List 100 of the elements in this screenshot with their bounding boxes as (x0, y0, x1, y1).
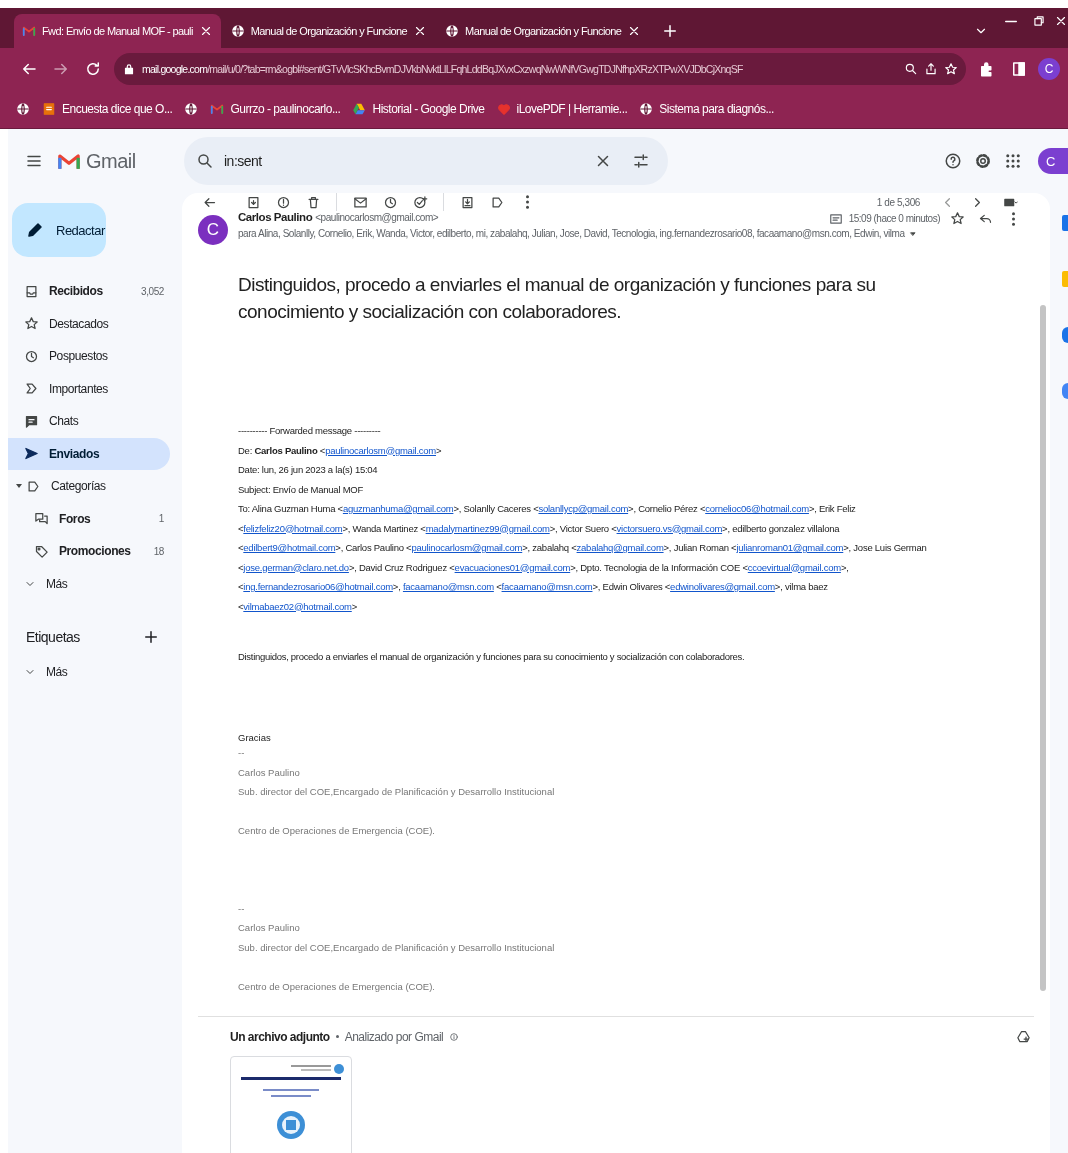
signature-name: Carlos Paulino (238, 765, 301, 780)
bookmark[interactable]: Encuesta dice que O... (42, 102, 173, 116)
email-link[interactable]: aguzmanhuma@gmail.com (342, 503, 454, 514)
date-line: Date: lun, 26 jun 2023 a la(s) 15:04 (238, 463, 379, 477)
search-field[interactable]: in:sent (222, 152, 580, 170)
email-link[interactable]: edilbert9@hotmail.com (243, 542, 336, 553)
address-bar[interactable]: mail.google.com/mail/u/0/?tab=rm&ogbl#sent/GTvVlcSKhcBvmDJVkbNvktLlLFqhLddBqJXvxCxzwqNwWNfVGwgTDJNfhpXRzXTPwXVJDbCjXnqSF (114, 53, 966, 85)
sidebar-icon (1010, 60, 1028, 78)
email-link[interactable]: madalymartinez99@gmail.com (425, 522, 550, 534)
scrollbar[interactable] (1040, 305, 1046, 991)
attachment-heading: Un archivo adjunto (230, 1029, 330, 1044)
email-link[interactable]: paulinocarlosm@gmail.com (411, 542, 523, 553)
bookmark-star-icon (944, 62, 958, 76)
email-link[interactable]: ccoevirtual@gmail.com (747, 561, 841, 573)
mail-logo-icon (210, 102, 225, 116)
globe-icon (230, 24, 245, 38)
compose-button[interactable]: Redactar (12, 203, 106, 257)
nav-item[interactable]: Categorías (8, 470, 170, 503)
email-link[interactable]: facaamano@msn.com (501, 581, 593, 592)
close-icon (1054, 14, 1068, 28)
email-link[interactable]: facaamano@msn.com (402, 581, 494, 592)
bookmark[interactable]: Historial - Google Drive (352, 102, 485, 116)
maximize-icon (1032, 14, 1046, 28)
message-time: 15:09 (hace 0 minutos) (848, 213, 940, 224)
nav-item[interactable]: Promociones 18 (8, 535, 170, 568)
browser-tab[interactable]: Manual de Organización y Funcione (222, 14, 436, 48)
minimize-icon (1005, 19, 1017, 23)
bookmark-icon-button[interactable] (16, 102, 30, 116)
label-icon (489, 194, 505, 210)
form-icon (42, 102, 56, 116)
email-link[interactable]: edwinolivares@gmail.com (670, 581, 775, 592)
email-link[interactable]: paulinocarlosm@gmail.com (325, 444, 436, 456)
nav-item[interactable]: Más (8, 656, 170, 689)
browser-tab[interactable]: Manual de Organización y Funcione (437, 14, 650, 48)
nav-item[interactable]: Más (8, 567, 170, 600)
email-link[interactable]: solanllycp@gmail.com (538, 503, 629, 514)
bookmark[interactable]: Sistema para diagnós... (639, 102, 774, 116)
message-counter: 1 de 5,306 (876, 196, 920, 208)
alert-icon (275, 194, 291, 210)
globe-icon (16, 102, 30, 116)
nav-item[interactable]: Foros 1 (8, 502, 170, 535)
email-link[interactable]: victorsuero.vs@gmail.com (616, 522, 723, 534)
nav-item[interactable]: Pospuestos (8, 340, 170, 373)
app-icon[interactable] (1062, 327, 1068, 343)
zoom-icon (904, 62, 918, 76)
recipients-text: para Alina, Solanlly, Cornelio, Erik, Wanda, Victor, edilberto, mi, zabalahq, Julian, Jose, David, Tecnologia, ing.fernandezrosario08, facaamano@msn.com, Edwin, vilma (238, 228, 905, 239)
account-avatar[interactable]: C (1038, 148, 1068, 174)
nav-item[interactable]: Chats (8, 405, 170, 438)
search-icon (196, 152, 214, 170)
gmail-logo[interactable]: Gmail (58, 149, 184, 173)
tag-icon (34, 543, 49, 559)
email-link[interactable]: cornelioc06@hotmail.com (705, 503, 809, 514)
nav-item[interactable]: Enviados (8, 437, 170, 470)
email-link[interactable]: evacuaciones01@gmail.com (454, 561, 571, 573)
bookmark[interactable]: Gurrzo - paulinocarlo... (210, 102, 341, 116)
tab-title: Fwd: Envío de Manual MOF - pauli (42, 25, 193, 37)
plus-icon (142, 628, 160, 646)
browser-tab[interactable]: Fwd: Envío de Manual MOF - pauli (14, 14, 221, 48)
more-icon (1011, 211, 1015, 226)
nav-item[interactable]: Importantes (8, 372, 170, 405)
sender-email: <paulinocarlosm@gmail.com> (315, 212, 439, 223)
more-icon (525, 195, 529, 209)
chat-icon (24, 413, 39, 429)
email-link[interactable]: vilmabaez02@hotmail.com (243, 600, 352, 612)
mail-icon (352, 194, 368, 210)
star-icon (949, 211, 965, 226)
forum-icon (34, 511, 49, 527)
bookmark[interactable]: iLovePDF | Herramie... (496, 102, 628, 116)
mail-logo-icon (58, 151, 80, 171)
labels-heading: Etiquetas (26, 629, 80, 645)
email-link[interactable]: felizfeliz20@hotmail.com (243, 522, 343, 534)
settings-icon (974, 152, 992, 170)
signature-dash: -- (238, 901, 246, 916)
separator-dot (335, 1035, 339, 1038)
globe-icon (639, 102, 654, 116)
search-bar[interactable]: in:sent (184, 137, 668, 185)
label-icon (26, 478, 41, 494)
add-task-icon (412, 194, 428, 210)
filter-icon (632, 152, 650, 170)
nav-item[interactable]: Recibidos 3,052 (8, 275, 170, 308)
email-link[interactable]: julianroman01@gmail.com (736, 542, 844, 553)
app-icon[interactable] (1062, 383, 1068, 399)
email-link[interactable]: zabalahq@gmail.com (576, 542, 664, 553)
signature-title: Sub. director del COE,Encargado de Planificación y Desarrollo Institucional (238, 785, 556, 799)
send-icon (24, 446, 39, 462)
nav-item[interactable]: Destacados (8, 307, 170, 340)
email-link[interactable]: ing.fernandezrosario06@hotmail.com (243, 581, 393, 592)
info-icon (449, 1031, 460, 1042)
clock-icon (24, 348, 39, 364)
scan-note: Analizado por Gmail (344, 1029, 444, 1044)
note-icon (828, 211, 843, 226)
signature-org: Centro de Operaciones de Emergencia (COE). (238, 979, 436, 994)
move-icon (459, 194, 475, 210)
email-link[interactable]: jose.german@claro.net.do (243, 561, 349, 573)
add-label-button[interactable] (142, 628, 160, 646)
apps-icon (1004, 152, 1022, 170)
signature-org: Centro de Operaciones de Emergencia (COE). (238, 824, 436, 838)
message-body: Distinguidos, procedo a enviarles el manual de organización y funciones para su conocimiento y socialización con colaboradores. (238, 651, 746, 662)
bookmark-icon-button[interactable] (184, 102, 199, 116)
profile-avatar[interactable]: C (1038, 58, 1060, 80)
